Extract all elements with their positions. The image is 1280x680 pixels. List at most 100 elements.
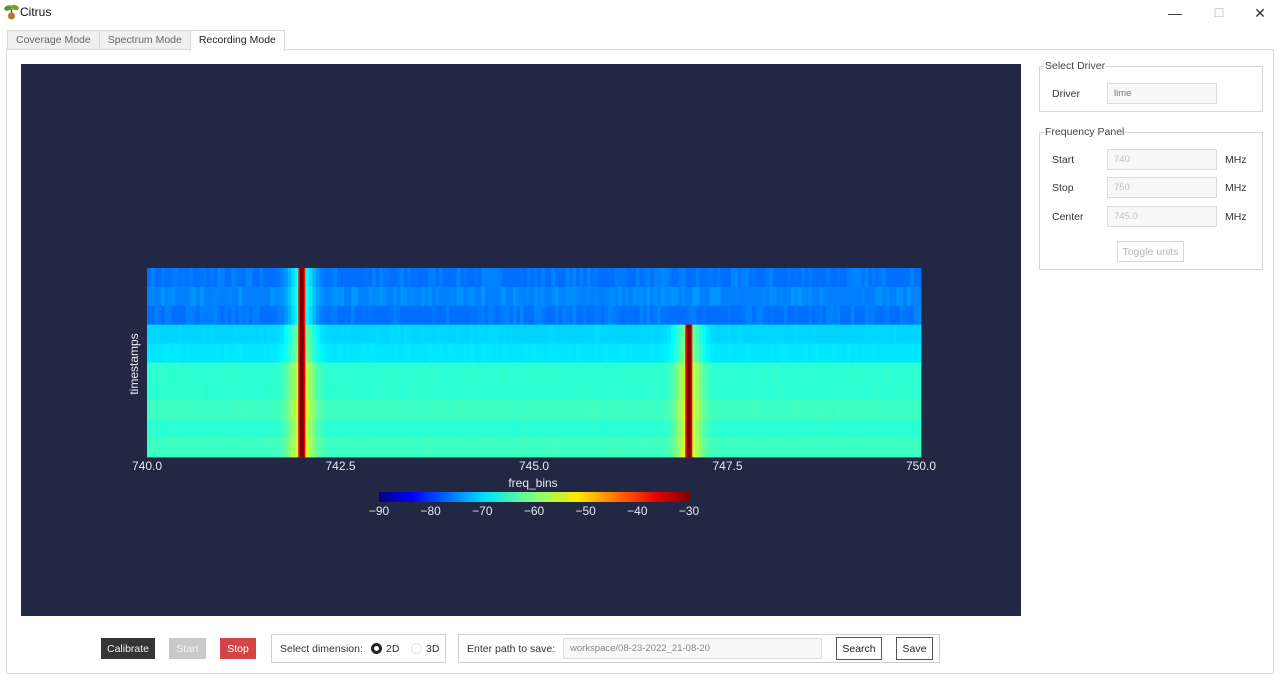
heatmap-cell (421, 419, 426, 439)
heatmap-cell (667, 343, 672, 363)
heatmap-cell (280, 286, 285, 307)
heatmap-cell (738, 419, 742, 439)
heatmap-cell (706, 438, 711, 458)
heatmap-cell (375, 419, 380, 439)
save-path-input[interactable]: workspace/08-23-2022_21-08-20 (563, 638, 822, 659)
driver-field[interactable]: lime (1107, 83, 1217, 104)
start-freq-label: Start (1052, 154, 1075, 166)
dimension-3d-label[interactable]: 3D (426, 643, 439, 655)
heatmap-cell (312, 286, 317, 307)
heatmap-cell (709, 343, 714, 363)
heatmap-cell (759, 305, 764, 326)
heatmap-cell (614, 286, 619, 307)
heatmap-cell (667, 400, 672, 420)
heatmap-cell (607, 400, 612, 420)
heatmap-cell (766, 324, 771, 344)
heatmap-cell (896, 343, 901, 363)
heatmap-cell (695, 268, 700, 288)
heatmap-cell (576, 343, 581, 363)
heatmap-cell (284, 381, 289, 401)
tab-coverage-mode[interactable]: Coverage Mode (7, 30, 100, 50)
heatmap-cell (512, 305, 517, 326)
heatmap-cell (709, 419, 714, 439)
heatmap-cell (488, 362, 493, 382)
heatmap-cell (467, 324, 472, 344)
heatmap-cell (787, 305, 792, 326)
heatmap-cell (287, 381, 292, 401)
heatmap-cell (664, 438, 669, 458)
heatmap-cell (154, 381, 158, 401)
heatmap-cell (270, 362, 275, 382)
tab-recording-mode[interactable]: Recording Mode (189, 30, 285, 51)
heatmap-cell (741, 343, 746, 363)
heatmap-cell (702, 268, 707, 288)
heatmap-cell (780, 381, 785, 401)
heatmap-cell (329, 324, 334, 344)
stop-freq-field[interactable]: 750 (1107, 177, 1217, 198)
tab-spectrum-mode[interactable]: Spectrum Mode (98, 30, 191, 50)
heatmap-cell (185, 381, 190, 401)
heatmap-cell (424, 400, 429, 420)
start-freq-field[interactable]: 740 (1107, 149, 1217, 170)
dimension-3d-radio[interactable] (411, 643, 422, 654)
heatmap-cell (273, 324, 278, 344)
heatmap-cell (161, 268, 165, 288)
heatmap-cell (227, 286, 232, 307)
dimension-2d-radio[interactable] (371, 643, 382, 654)
heatmap-cell (745, 438, 750, 458)
heatmap-cell (498, 362, 503, 382)
stop-button[interactable]: Stop (220, 638, 256, 659)
stop-freq-label: Stop (1052, 182, 1074, 194)
heatmap-cell (882, 438, 887, 458)
heatmap-cell (604, 381, 609, 401)
toggle-units-button[interactable]: Toggle units (1117, 241, 1184, 262)
heatmap-cell (621, 305, 626, 326)
search-button[interactable]: Search (836, 637, 882, 660)
heatmap-cell (407, 343, 412, 363)
heatmap-cell (213, 343, 218, 363)
colorbar-tick-label: −80 (420, 504, 441, 518)
heatmap-cell (731, 419, 735, 439)
heatmap-cell (407, 324, 412, 344)
heatmap-cell (175, 362, 180, 382)
heatmap-cell (752, 362, 757, 382)
maximize-button[interactable]: ☐ (1196, 0, 1242, 26)
close-button[interactable]: ✕ (1237, 0, 1280, 26)
heatmap-cell (312, 268, 317, 288)
heatmap-cell (611, 324, 616, 344)
dimension-2d-label[interactable]: 2D (386, 643, 399, 655)
save-button[interactable]: Save (896, 637, 933, 660)
heatmap-cell (442, 324, 447, 344)
heatmap-cell (263, 381, 268, 401)
heatmap-cell (868, 286, 873, 307)
heatmap-cell (192, 419, 197, 439)
heatmap-cell (579, 268, 584, 288)
heatmap-cell (600, 286, 605, 307)
heatmap-cell (899, 268, 904, 288)
heatmap-cell (593, 268, 598, 288)
heatmap-cell (396, 381, 401, 401)
heatmap-cell (154, 305, 158, 326)
heatmap-cell (224, 419, 229, 439)
colorbar-tick-label: −40 (627, 504, 648, 518)
spectrogram-plot[interactable]: 740.0 742.5 745.0 747.5 750.0 freq_bins time… (21, 64, 1021, 616)
heatmap-cell (551, 381, 556, 401)
heatmap-cell (217, 268, 222, 288)
heatmap-cell (491, 362, 496, 382)
heatmap-cell (523, 268, 528, 288)
heatmap-cell (847, 362, 852, 382)
center-freq-field[interactable]: 745.0 (1107, 206, 1217, 227)
heatmap-cell (336, 324, 341, 344)
heatmap-cell (168, 419, 173, 439)
heatmap-cell (917, 286, 922, 307)
start-button[interactable]: Start (169, 638, 206, 659)
heatmap-cell (210, 381, 215, 401)
minimize-button[interactable]: — (1152, 0, 1198, 26)
heatmap-cell (864, 438, 869, 458)
heatmap-cell (523, 343, 528, 363)
heatmap-cell (351, 268, 355, 288)
heatmap-cell (340, 268, 345, 288)
calibrate-button[interactable]: Calibrate (101, 638, 155, 659)
heatmap-cell (294, 343, 299, 363)
heatmap-cell (206, 305, 211, 326)
